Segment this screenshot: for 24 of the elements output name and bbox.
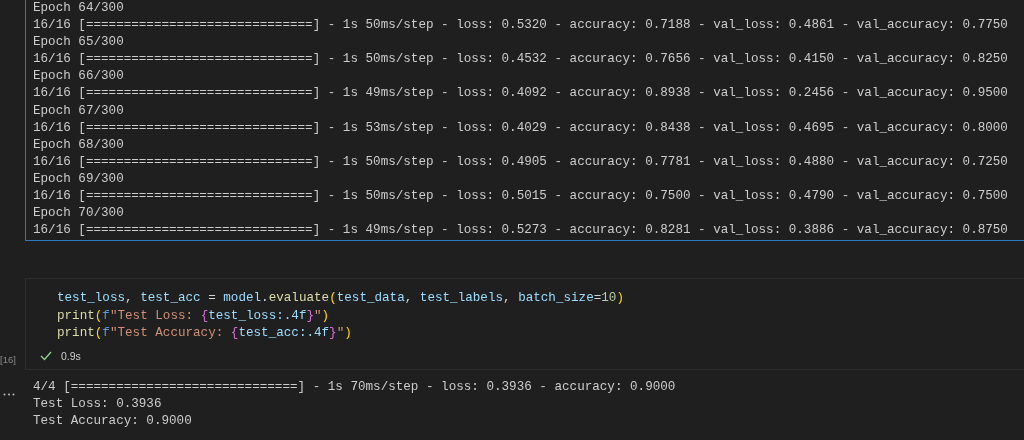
output-line: Epoch 65/300 <box>33 34 125 52</box>
code-line: print(f"Test Accuracy: {test_acc:.4f}") <box>57 325 353 342</box>
output-line: Epoch 67/300 <box>33 102 125 120</box>
output-line: 16/16 [==============================] - 1s 50ms/step - loss: 0.5320 - accuracy: 0.7188 - val_loss: 0.4861 - val_accuracy: 0.7750 <box>33 17 1009 35</box>
output-line: Epoch 64/300 <box>33 0 125 17</box>
more-actions-icon[interactable] <box>3 392 15 396</box>
output-line: 16/16 [==============================] - 1s 49ms/step - loss: 0.4092 - accuracy: 0.8938 - val_loss: 0.2456 - val_accuracy: 0.9500 <box>33 85 1009 103</box>
output-line: 16/16 [==============================] - 1s 53ms/step - loss: 0.4029 - accuracy: 0.8438 - val_loss: 0.4695 - val_accuracy: 0.8000 <box>33 119 1009 137</box>
output-line: 16/16 [==============================] - 1s 49ms/step - loss: 0.5273 - accuracy: 0.8281 - val_loss: 0.3886 - val_accuracy: 0.8750 <box>33 222 1009 240</box>
execution-count: [16] <box>0 353 16 365</box>
output-line: Epoch 68/300 <box>33 136 125 154</box>
output-line: 16/16 [==============================] - 1s 50ms/step - loss: 0.4532 - accuracy: 0.7656 - val_loss: 0.4150 - val_accuracy: 0.8250 <box>33 51 1009 69</box>
output-line: Epoch 66/300 <box>33 68 125 86</box>
output-line: 4/4 [==============================] - 1s 70ms/step - loss: 0.3936 - accuracy: 0.9000 <box>33 378 676 396</box>
output-line: Test Loss: 0.3936 <box>33 395 163 413</box>
code-cell[interactable]: test_loss, test_acc = model.evaluate(test_data, test_labels, batch_size=10) print(f"Test Loss: {test_loss:.4f}") print(f"Test Accuracy: {test_acc:.4f}") 0.9s <box>25 278 1024 370</box>
output-line: Test Accuracy: 0.9000 <box>33 412 193 430</box>
output-line: Epoch 69/300 <box>33 170 125 188</box>
output-line: 16/16 [==============================] - 1s 50ms/step - loss: 0.4905 - accuracy: 0.7781 - val_loss: 0.4880 - val_accuracy: 0.7250 <box>33 153 1009 171</box>
code-line: print(f"Test Loss: {test_loss:.4f}") <box>57 307 331 325</box>
code-line: test_loss, test_acc = model.evaluate(test_data, test_labels, batch_size=10) <box>57 290 625 307</box>
execution-time: 0.9s <box>61 349 81 362</box>
output-line: 16/16 [==============================] - 1s 50ms/step - loss: 0.5015 - accuracy: 0.7500 - val_loss: 0.4790 - val_accuracy: 0.7500 <box>33 188 1009 206</box>
output-line: Epoch 70/300 <box>33 205 125 223</box>
